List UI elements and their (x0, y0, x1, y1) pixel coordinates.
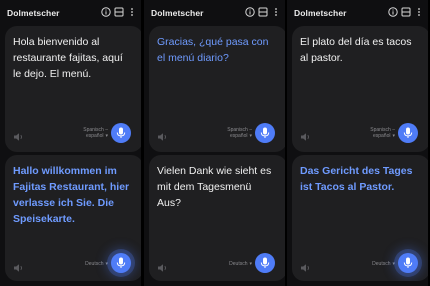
language-native-name: español (229, 133, 248, 139)
target-language-selector[interactable]: Deutsch ▾ (85, 261, 108, 267)
microphone-button[interactable] (255, 253, 275, 273)
source-language-card: Hola bienvenido al restaurante fajitas, … (5, 26, 141, 152)
language-name: Deutsch (85, 261, 104, 267)
microphone-button[interactable] (398, 253, 418, 273)
app-title: Dolmetscher (294, 8, 347, 18)
target-language-card: Das Gericht des Tages ist Tacos al Pasto… (292, 155, 428, 281)
info-icon[interactable] (245, 7, 255, 18)
source-language-selector[interactable]: Spanisch – español ▾ (370, 127, 395, 139)
source-transcript: Vielen Dank wie sieht es mit dem Tagesme… (157, 165, 272, 209)
microphone-icon (116, 257, 126, 268)
split-screen-icon[interactable] (258, 7, 268, 18)
app-title: Dolmetscher (7, 8, 60, 18)
language-name: Deutsch (372, 261, 391, 267)
interpreter-pane-3: Dolmetscher El plato del día es tacos al… (287, 0, 428, 286)
source-language-card: El plato del día es tacos al pastor. Spa… (292, 26, 428, 152)
language-name: Deutsch (229, 261, 248, 267)
source-transcript: El plato del día es tacos al pastor. (300, 36, 412, 64)
translation-text: Das Gericht des Tages ist Tacos al Pasto… (300, 165, 413, 193)
chevron-down-icon: ▾ (105, 133, 108, 139)
more-vertical-icon[interactable] (271, 7, 281, 18)
interpreter-pane-1: Dolmetscher Hola bienvenido al restauran… (0, 0, 141, 286)
split-screen-icon[interactable] (114, 7, 124, 18)
top-bar: Dolmetscher (144, 0, 285, 26)
microphone-icon (403, 127, 413, 138)
speaker-icon[interactable] (13, 260, 25, 272)
source-transcript: Hola bienvenido al restaurante fajitas, … (13, 36, 123, 80)
source-language-selector[interactable]: Spanisch – español ▾ (227, 127, 252, 139)
chevron-down-icon: ▾ (249, 133, 252, 139)
microphone-icon (116, 127, 126, 138)
microphone-button[interactable] (255, 123, 275, 143)
chevron-down-icon: ▾ (105, 261, 108, 267)
speaker-icon[interactable] (300, 129, 312, 141)
language-native-name: español (372, 133, 391, 139)
chevron-down-icon: ▾ (249, 261, 252, 267)
microphone-icon (260, 127, 270, 138)
info-icon[interactable] (388, 7, 398, 18)
source-language-card: Gracias, ¿qué pasa con el menú diario? S… (149, 26, 285, 152)
speaker-icon[interactable] (300, 260, 312, 272)
microphone-button[interactable] (111, 123, 131, 143)
split-screen-icon[interactable] (401, 7, 411, 18)
target-language-selector[interactable]: Deutsch ▾ (229, 261, 252, 267)
chevron-down-icon: ▾ (392, 133, 395, 139)
top-bar: Dolmetscher (287, 0, 428, 26)
microphone-button[interactable] (111, 253, 131, 273)
speaker-icon[interactable] (157, 129, 169, 141)
more-vertical-icon[interactable] (414, 7, 424, 18)
target-language-card: Hallo willkommen im Fajitas Restaurant, … (5, 155, 141, 281)
translation-text: Gracias, ¿qué pasa con el menú diario? (157, 36, 269, 64)
microphone-icon (403, 257, 413, 268)
interpreter-pane-2: Dolmetscher Gracias, ¿qué pasa con el me… (144, 0, 285, 286)
target-language-selector[interactable]: Deutsch ▾ (372, 261, 395, 267)
app-title: Dolmetscher (151, 8, 204, 18)
speaker-icon[interactable] (157, 260, 169, 272)
chevron-down-icon: ▾ (392, 261, 395, 267)
info-icon[interactable] (101, 7, 111, 18)
microphone-icon (260, 257, 270, 268)
target-language-card: Vielen Dank wie sieht es mit dem Tagesme… (149, 155, 285, 281)
more-vertical-icon[interactable] (127, 7, 137, 18)
translation-text: Hallo willkommen im Fajitas Restaurant, … (13, 165, 130, 225)
source-language-selector[interactable]: Spanisch – español ▾ (83, 127, 108, 139)
language-native-name: español (85, 133, 104, 139)
microphone-button[interactable] (398, 123, 418, 143)
top-bar: Dolmetscher (0, 0, 141, 26)
speaker-icon[interactable] (13, 129, 25, 141)
